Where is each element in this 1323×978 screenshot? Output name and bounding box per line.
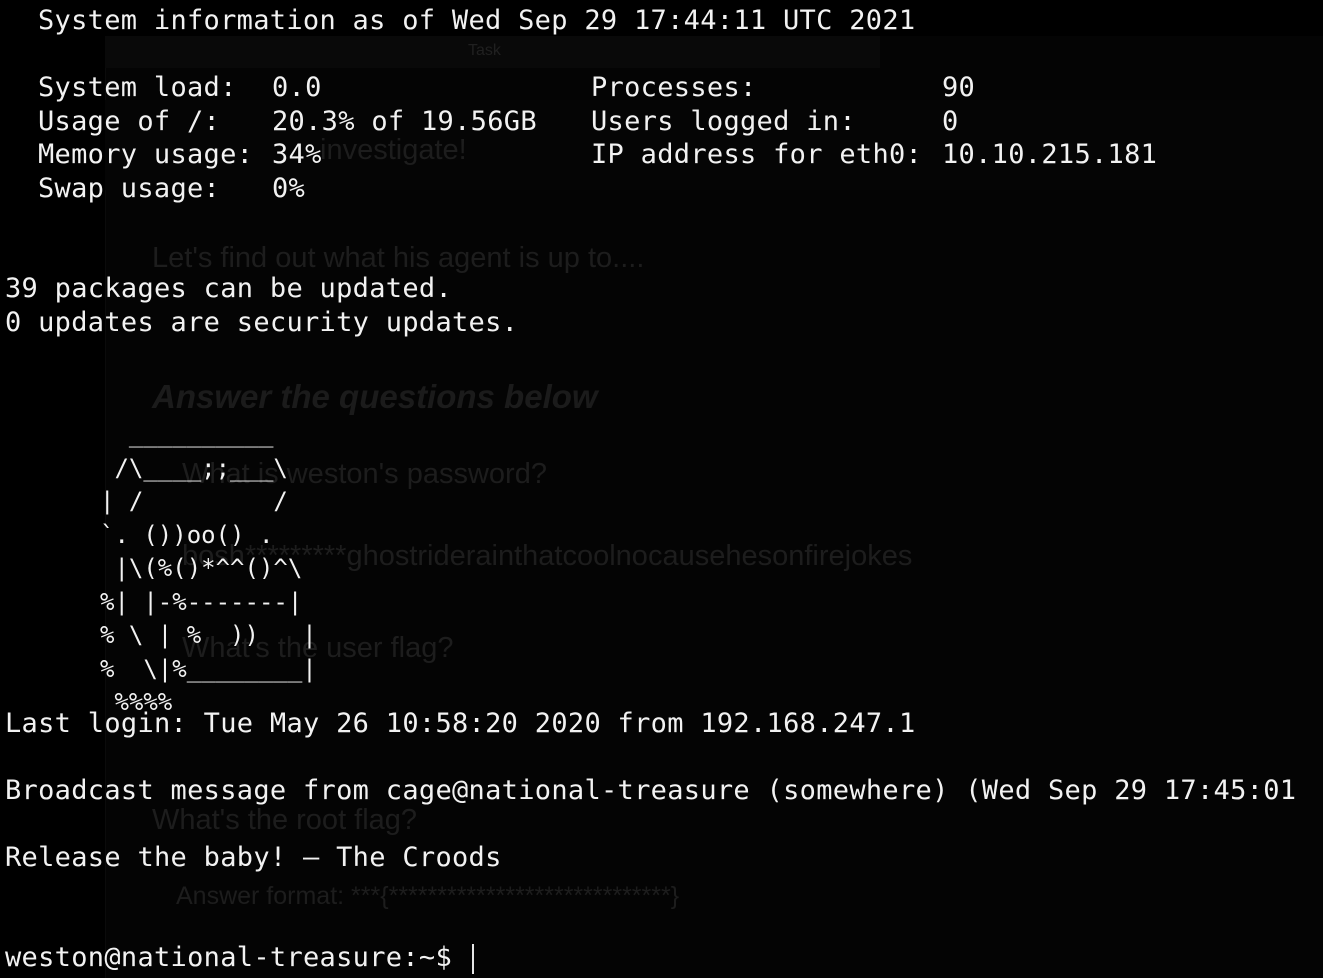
stat-label-swap-usage: Swap usage: — [38, 173, 221, 204]
security-updates-line: 0 updates are security updates. — [5, 307, 519, 338]
background-questions-heading: Answer the questions below — [152, 378, 598, 415]
stat-value-memory-usage: 34% — [272, 139, 322, 170]
background-story-line: Let's find out what his agent is up to..… — [152, 242, 645, 274]
stat-value-swap-usage: 0% — [272, 173, 306, 204]
terminal-window[interactable]: Task investigate! Let's find out what hi… — [0, 0, 1323, 978]
stat-value-users-logged-in: 0 — [942, 106, 959, 137]
stat-label-processes: Processes: — [591, 72, 757, 103]
background-task-bar — [105, 36, 880, 68]
stat-value-system-load: 0.0 — [272, 72, 322, 103]
updates-available-line: 39 packages can be updated. — [5, 273, 452, 304]
stat-value-ip-address: 10.10.215.181 — [942, 139, 1158, 170]
shell-prompt[interactable]: weston@national-treasure:~$ — [5, 941, 469, 975]
ascii-art-treasure-chest: __________ /\____;;___\ | / / `. ())oo()… — [100, 420, 317, 716]
background-question-3: What's the root flag? — [152, 804, 418, 836]
stat-label-disk-usage: Usage of /: — [38, 106, 221, 137]
stat-label-ip-address: IP address for eth0: — [591, 139, 923, 170]
stat-label-users-logged-in: Users logged in: — [591, 106, 856, 137]
stat-value-disk-usage: 20.3% of 19.56GB — [272, 106, 537, 137]
background-header-fragment: Task — [468, 42, 501, 59]
stat-value-processes: 90 — [942, 72, 976, 103]
stat-label-system-load: System load: — [38, 72, 237, 103]
sysinfo-header: System information as of Wed Sep 29 17:4… — [38, 5, 916, 36]
broadcast-message-body: Release the baby! — The Croods — [5, 842, 502, 873]
last-login-line: Last login: Tue May 26 10:58:20 2020 fro… — [5, 708, 916, 739]
stat-label-memory-usage: Memory usage: — [38, 139, 254, 170]
text-cursor — [472, 944, 474, 974]
background-answer-format: Answer format: ***{*********************… — [176, 882, 680, 910]
broadcast-message-line: Broadcast message from cage@national-tre… — [5, 775, 1297, 806]
